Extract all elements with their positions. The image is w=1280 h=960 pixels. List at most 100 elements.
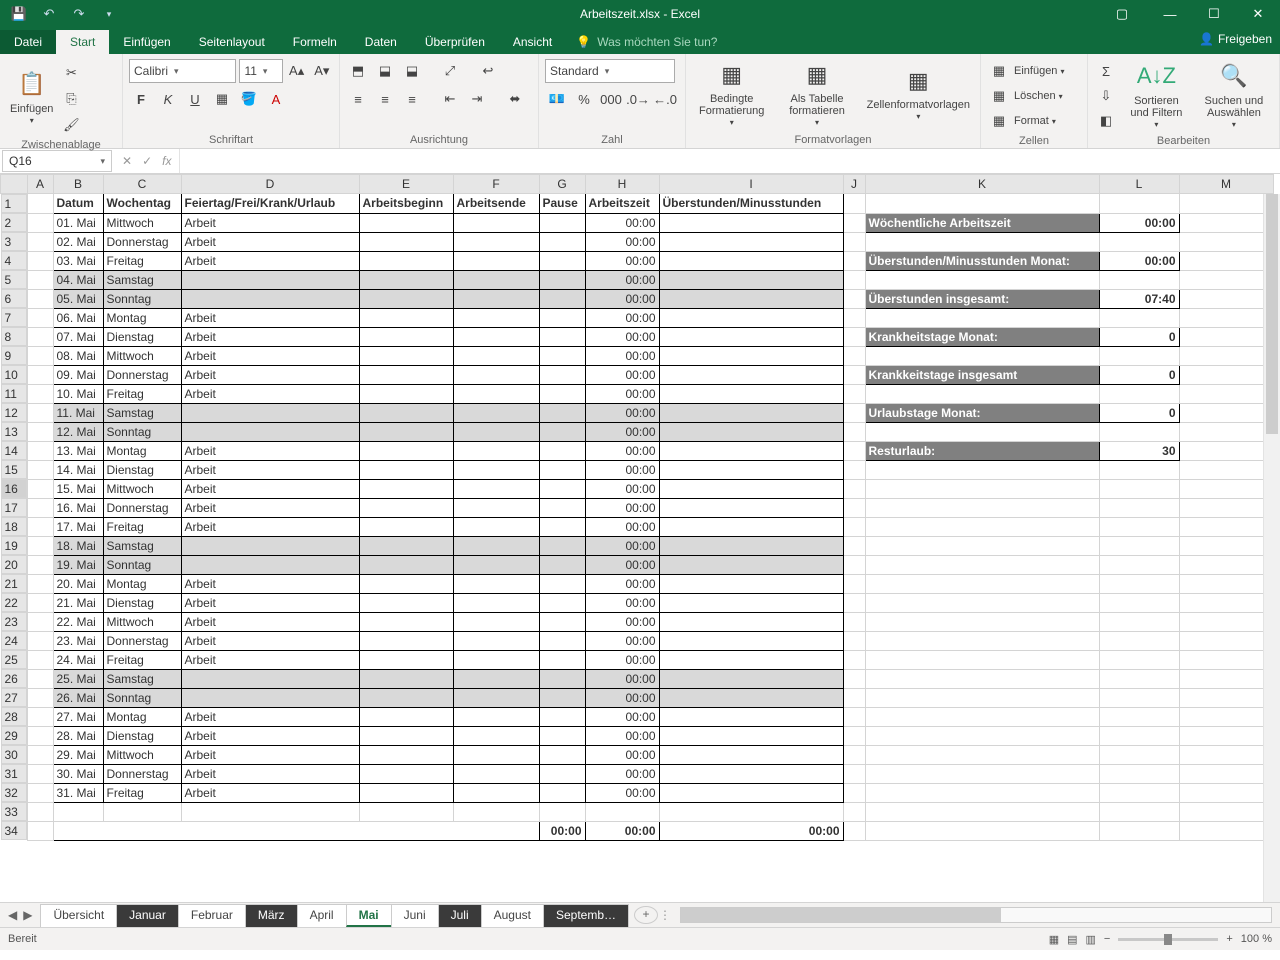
cell-arbeitsende[interactable] [453, 346, 539, 365]
cell-arbeitsende[interactable] [453, 574, 539, 593]
cell-arbeitszeit[interactable]: 00:00 [585, 726, 659, 745]
cell-wochentag[interactable]: Montag [103, 441, 181, 460]
cell-status[interactable]: Arbeit [181, 327, 359, 346]
cell-arbeitsende[interactable] [453, 441, 539, 460]
cell-wochentag[interactable]: Mittwoch [103, 745, 181, 764]
cell-ueberstunden[interactable] [659, 574, 843, 593]
cell-arbeitsbeginn[interactable] [359, 403, 453, 422]
cell-datum[interactable]: 08. Mai [53, 346, 103, 365]
row-header[interactable]: 1 [1, 194, 27, 213]
percent-icon[interactable]: % [572, 87, 596, 111]
cell-pause[interactable] [539, 365, 585, 384]
close-button[interactable]: ✕ [1236, 0, 1280, 28]
cell-wochentag[interactable]: Samstag [103, 536, 181, 555]
underline-button[interactable]: U [183, 87, 207, 111]
cell-arbeitsbeginn[interactable] [359, 783, 453, 802]
header-arbeitszeit[interactable]: Arbeitszeit [585, 194, 659, 214]
decrease-indent-icon[interactable]: ⇤ [438, 87, 462, 111]
cell-arbeitszeit[interactable]: 00:00 [585, 574, 659, 593]
summary-value[interactable]: 0 [1099, 365, 1179, 384]
cell-arbeitsende[interactable] [453, 365, 539, 384]
cell-arbeitsbeginn[interactable] [359, 555, 453, 574]
cell-status[interactable] [181, 289, 359, 308]
cell-pause[interactable] [539, 384, 585, 403]
cell-pause[interactable] [539, 479, 585, 498]
header-datum[interactable]: Datum [53, 194, 103, 214]
cell-arbeitszeit[interactable]: 00:00 [585, 745, 659, 764]
row-header[interactable]: 18 [1, 517, 27, 536]
sheet-tab[interactable]: Juli [438, 904, 482, 927]
cell-arbeitsbeginn[interactable] [359, 745, 453, 764]
cell-status[interactable]: Arbeit [181, 631, 359, 650]
cell-datum[interactable]: 30. Mai [53, 764, 103, 783]
cell-ueberstunden[interactable] [659, 327, 843, 346]
cell-arbeitszeit[interactable]: 00:00 [585, 479, 659, 498]
cell-datum[interactable]: 13. Mai [53, 441, 103, 460]
cell-arbeitsende[interactable] [453, 669, 539, 688]
cell-pause[interactable] [539, 308, 585, 327]
cell-pause[interactable] [539, 707, 585, 726]
sheet-tab[interactable]: Januar [116, 904, 179, 927]
font-size-combo[interactable]: 11▾ [239, 59, 282, 83]
cell-arbeitsende[interactable] [453, 517, 539, 536]
orientation-icon[interactable]: ⤢ [438, 59, 462, 83]
cut-icon[interactable]: ✂ [59, 61, 83, 85]
cell-pause[interactable] [539, 650, 585, 669]
zoom-slider[interactable] [1118, 938, 1218, 941]
cell-pause[interactable] [539, 422, 585, 441]
cell-datum[interactable]: 20. Mai [53, 574, 103, 593]
row-header[interactable]: 26 [1, 669, 27, 688]
col-header[interactable]: E [359, 175, 453, 194]
cell-arbeitszeit[interactable]: 00:00 [585, 669, 659, 688]
row-header[interactable]: 27 [1, 688, 27, 707]
cell-datum[interactable]: 17. Mai [53, 517, 103, 536]
cell-arbeitsbeginn[interactable] [359, 669, 453, 688]
cell-status[interactable]: Arbeit [181, 308, 359, 327]
cell-arbeitsende[interactable] [453, 384, 539, 403]
cell-pause[interactable] [539, 270, 585, 289]
qat-customize-icon[interactable]: ▾ [96, 2, 122, 26]
tab-ueberpruefen[interactable]: Überprüfen [411, 30, 499, 54]
redo-icon[interactable]: ↷ [66, 2, 92, 26]
row-header[interactable]: 22 [1, 593, 27, 612]
summary-label[interactable]: Überstunden insgesamt: [865, 289, 1099, 308]
cell-arbeitsende[interactable] [453, 650, 539, 669]
row-header[interactable]: 23 [1, 612, 27, 631]
cell-wochentag[interactable]: Donnerstag [103, 232, 181, 251]
cell-ueberstunden[interactable] [659, 726, 843, 745]
header-ueberstunden[interactable]: Überstunden/Minusstunden [659, 194, 843, 214]
shrink-font-icon[interactable]: A▾ [311, 59, 333, 83]
cell-wochentag[interactable]: Samstag [103, 669, 181, 688]
cell-arbeitsende[interactable] [453, 783, 539, 802]
cell-wochentag[interactable]: Sonntag [103, 422, 181, 441]
cell-status[interactable]: Arbeit [181, 498, 359, 517]
cell-status[interactable] [181, 555, 359, 574]
merge-center-icon[interactable]: ⬌ [503, 87, 527, 111]
col-header[interactable]: A [27, 175, 53, 194]
cell-arbeitszeit[interactable]: 00:00 [585, 327, 659, 346]
cell-wochentag[interactable]: Montag [103, 574, 181, 593]
cell-arbeitsbeginn[interactable] [359, 498, 453, 517]
cell-arbeitsbeginn[interactable] [359, 384, 453, 403]
row-header[interactable]: 24 [1, 631, 27, 650]
cancel-formula-icon[interactable]: ✕ [122, 154, 132, 168]
cell-datum[interactable]: 24. Mai [53, 650, 103, 669]
cell-pause[interactable] [539, 403, 585, 422]
zoom-in-button[interactable]: + [1226, 933, 1232, 945]
totals-pause[interactable]: 00:00 [539, 821, 585, 840]
summary-label[interactable]: Urlaubstage Monat: [865, 403, 1099, 422]
cell-arbeitsende[interactable] [453, 479, 539, 498]
summary-value[interactable]: 00:00 [1099, 251, 1179, 270]
insert-cells-button[interactable]: ▦Einfügen▾ [987, 59, 1081, 83]
cell-status[interactable]: Arbeit [181, 726, 359, 745]
cell-datum[interactable]: 11. Mai [53, 403, 103, 422]
row-header[interactable]: 31 [1, 764, 27, 783]
zoom-level[interactable]: 100 % [1241, 933, 1272, 945]
italic-button[interactable]: K [156, 87, 180, 111]
sheet-tab[interactable]: Mai [346, 904, 392, 927]
cell-arbeitszeit[interactable]: 00:00 [585, 460, 659, 479]
cell-arbeitsbeginn[interactable] [359, 707, 453, 726]
cell-ueberstunden[interactable] [659, 479, 843, 498]
col-header[interactable]: F [453, 175, 539, 194]
cell-status[interactable]: Arbeit [181, 441, 359, 460]
